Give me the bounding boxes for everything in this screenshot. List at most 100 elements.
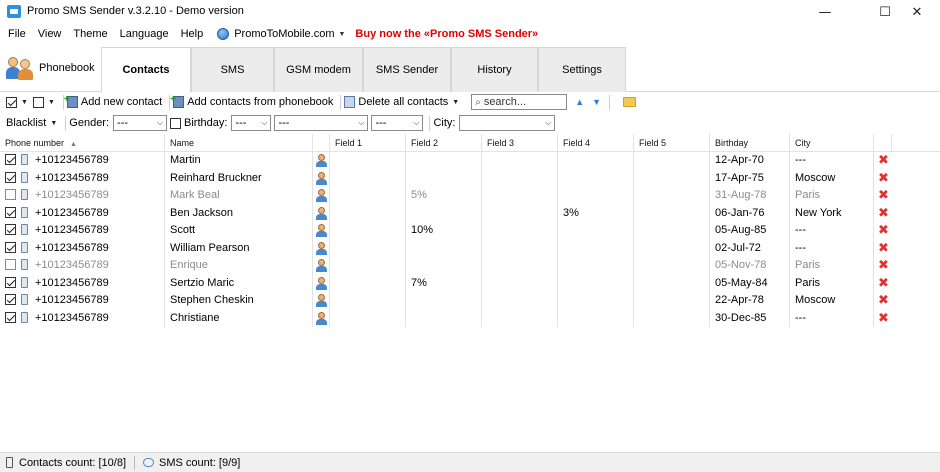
title-bar: Promo SMS Sender v.3.2.10 - Demo version… xyxy=(0,0,940,24)
column-field-5[interactable]: Field 5 xyxy=(634,134,710,152)
name-cell: Mark Beal xyxy=(165,187,313,205)
birthday-cell: 17-Apr-75 xyxy=(710,169,790,187)
column-city[interactable]: City xyxy=(790,134,874,152)
f5-cell xyxy=(634,152,710,170)
phone-cell: +10123456789 xyxy=(0,222,165,240)
contacts-toolbar: ▼ ▼ Add new contact Add contacts from ph… xyxy=(0,92,940,112)
column-gender[interactable] xyxy=(313,134,330,152)
gender-cell xyxy=(313,274,330,292)
f1-cell xyxy=(330,222,406,240)
search-prev-icon[interactable]: ▲ xyxy=(575,97,584,107)
f4-cell xyxy=(558,239,634,257)
delete-row-icon[interactable]: ✖ xyxy=(878,276,889,291)
birthday-cell: 22-Apr-78 xyxy=(710,292,790,310)
tab-history[interactable]: History xyxy=(451,47,538,92)
column-birthday[interactable]: Birthday xyxy=(710,134,790,152)
birthday-month-select[interactable]: --- ⌵ xyxy=(274,115,369,131)
select-all-checkbox[interactable] xyxy=(6,96,17,108)
table-row[interactable]: +10123456789 Scott 10% 05-Aug-85 --- ✖ xyxy=(0,222,940,240)
filter-bar: Blacklist ▼ Gender: --- ⌵ Birthday: --- … xyxy=(0,113,940,133)
menu-language[interactable]: Language xyxy=(114,24,175,44)
column-field-2[interactable]: Field 2 xyxy=(406,134,482,152)
tab-gsm-modem[interactable]: GSM modem xyxy=(274,47,363,92)
column-name[interactable]: Name xyxy=(165,134,313,152)
table-row[interactable]: +10123456789 Sertzio Maric 7% 05-May-84 Pari… xyxy=(0,274,940,292)
close-button[interactable]: ✕ xyxy=(894,0,940,24)
minimize-button[interactable]: — xyxy=(802,0,848,24)
delete-row-icon[interactable]: ✖ xyxy=(878,293,889,308)
chevron-down-icon[interactable]: ▼ xyxy=(48,99,55,106)
tab-settings[interactable]: Settings xyxy=(538,47,626,92)
delete-row-icon[interactable]: ✖ xyxy=(878,206,889,221)
tab-phonebook[interactable]: Phonebook xyxy=(6,54,95,82)
gender-select[interactable]: --- ⌵ xyxy=(113,115,168,131)
delete-row-icon[interactable]: ✖ xyxy=(878,153,889,168)
birthday-year-select[interactable]: --- ⌵ xyxy=(371,115,424,131)
table-row[interactable]: +10123456789 Stephen Cheskin 22-Apr-78 Mosc… xyxy=(0,292,940,310)
promo-site-menu[interactable]: PromoToMobile.com ▼ xyxy=(217,28,345,40)
row-checkbox[interactable] xyxy=(5,224,16,235)
row-checkbox[interactable] xyxy=(5,294,16,305)
add-from-phonebook-button[interactable]: Add contacts from phonebook xyxy=(170,94,333,108)
row-checkbox[interactable] xyxy=(5,276,16,288)
column-field-1[interactable]: Field 1 xyxy=(330,134,406,152)
column-field-4[interactable]: Field 4 xyxy=(558,134,634,152)
chevron-down-icon[interactable]: ▼ xyxy=(21,99,28,106)
phone-cell: +10123456789 xyxy=(0,169,165,187)
f1-cell xyxy=(330,187,406,205)
table-row[interactable]: +10123456789 Martin 12-Apr-70 --- ✖ xyxy=(0,152,940,170)
delete-row-icon[interactable]: ✖ xyxy=(878,241,889,256)
row-checkbox[interactable] xyxy=(5,189,16,200)
phone-icon xyxy=(6,457,13,468)
row-checkbox[interactable] xyxy=(5,171,16,183)
f4-cell xyxy=(558,222,634,240)
table-row[interactable]: +10123456789 Mark Beal 5% 31-Aug-78 Paris ✖ xyxy=(0,187,940,205)
table-row[interactable]: +10123456789 William Pearson 02-Jul-72 --- ✖ xyxy=(0,239,940,257)
search-input[interactable]: ⌕ search... xyxy=(471,94,568,110)
menu-file[interactable]: File xyxy=(2,24,32,44)
delete-row-icon[interactable]: ✖ xyxy=(878,311,889,326)
birthday-label: Birthday: xyxy=(184,117,228,129)
search-next-icon[interactable]: ▼ xyxy=(592,97,601,107)
f3-cell xyxy=(482,204,558,222)
row-checkbox[interactable] xyxy=(5,311,16,323)
tab-sms-sender[interactable]: SMS Sender xyxy=(363,47,451,92)
phone-cell: +10123456789 xyxy=(0,292,165,310)
blacklist-filter[interactable]: Blacklist xyxy=(6,117,46,129)
f4-cell: 3% xyxy=(558,204,634,222)
add-new-contact-button[interactable]: Add new contact xyxy=(64,94,162,108)
chevron-down-icon[interactable]: ▼ xyxy=(50,120,57,127)
table-row[interactable]: +10123456789 Enrique 05-Nov-78 Paris ✖ xyxy=(0,257,940,275)
row-checkbox[interactable] xyxy=(5,241,16,253)
table-row[interactable]: +10123456789 Reinhard Bruckner 17-Apr-75 Mo… xyxy=(0,169,940,187)
delete-all-contacts-button[interactable]: Delete all contacts ▼ xyxy=(344,96,464,108)
menu-view[interactable]: View xyxy=(32,24,68,44)
f4-cell xyxy=(558,152,634,170)
folder-icon[interactable] xyxy=(623,97,637,107)
menu-help[interactable]: Help xyxy=(175,24,210,44)
row-checkbox[interactable] xyxy=(5,154,16,165)
column-phone-number[interactable]: Phone number ▲ xyxy=(0,134,165,152)
buy-now-link[interactable]: Buy now the «Promo SMS Sender» xyxy=(355,28,538,40)
phone-number: +10123456789 xyxy=(35,171,109,184)
table-row[interactable]: +10123456789 Ben Jackson 3% 06-Jan-76 New Yo… xyxy=(0,204,940,222)
delete-row-icon[interactable]: ✖ xyxy=(878,223,889,238)
tab-contacts[interactable]: Contacts xyxy=(101,47,191,93)
birthday-day-select[interactable]: --- ⌵ xyxy=(231,115,272,131)
city-select[interactable]: ⌵ xyxy=(459,115,556,131)
row-checkbox[interactable] xyxy=(5,206,16,218)
menu-theme[interactable]: Theme xyxy=(67,24,113,44)
row-checkbox[interactable] xyxy=(5,259,16,270)
gender-cell xyxy=(313,169,330,187)
table-row[interactable]: +10123456789 Christiane 30-Dec-85 --- ✖ xyxy=(0,309,940,327)
delete-cell: ✖ xyxy=(874,257,892,275)
delete-row-icon[interactable]: ✖ xyxy=(878,258,889,273)
status-bar: Contacts count: [10/8] SMS count: [9/9] xyxy=(0,452,940,472)
delete-row-icon[interactable]: ✖ xyxy=(878,171,889,186)
birthday-filter-checkbox[interactable] xyxy=(170,117,182,129)
delete-row-icon[interactable]: ✖ xyxy=(878,188,889,203)
person-icon xyxy=(316,224,327,237)
select-none-checkbox[interactable] xyxy=(32,96,44,108)
tab-sms[interactable]: SMS xyxy=(191,47,274,92)
column-field-3[interactable]: Field 3 xyxy=(482,134,558,152)
